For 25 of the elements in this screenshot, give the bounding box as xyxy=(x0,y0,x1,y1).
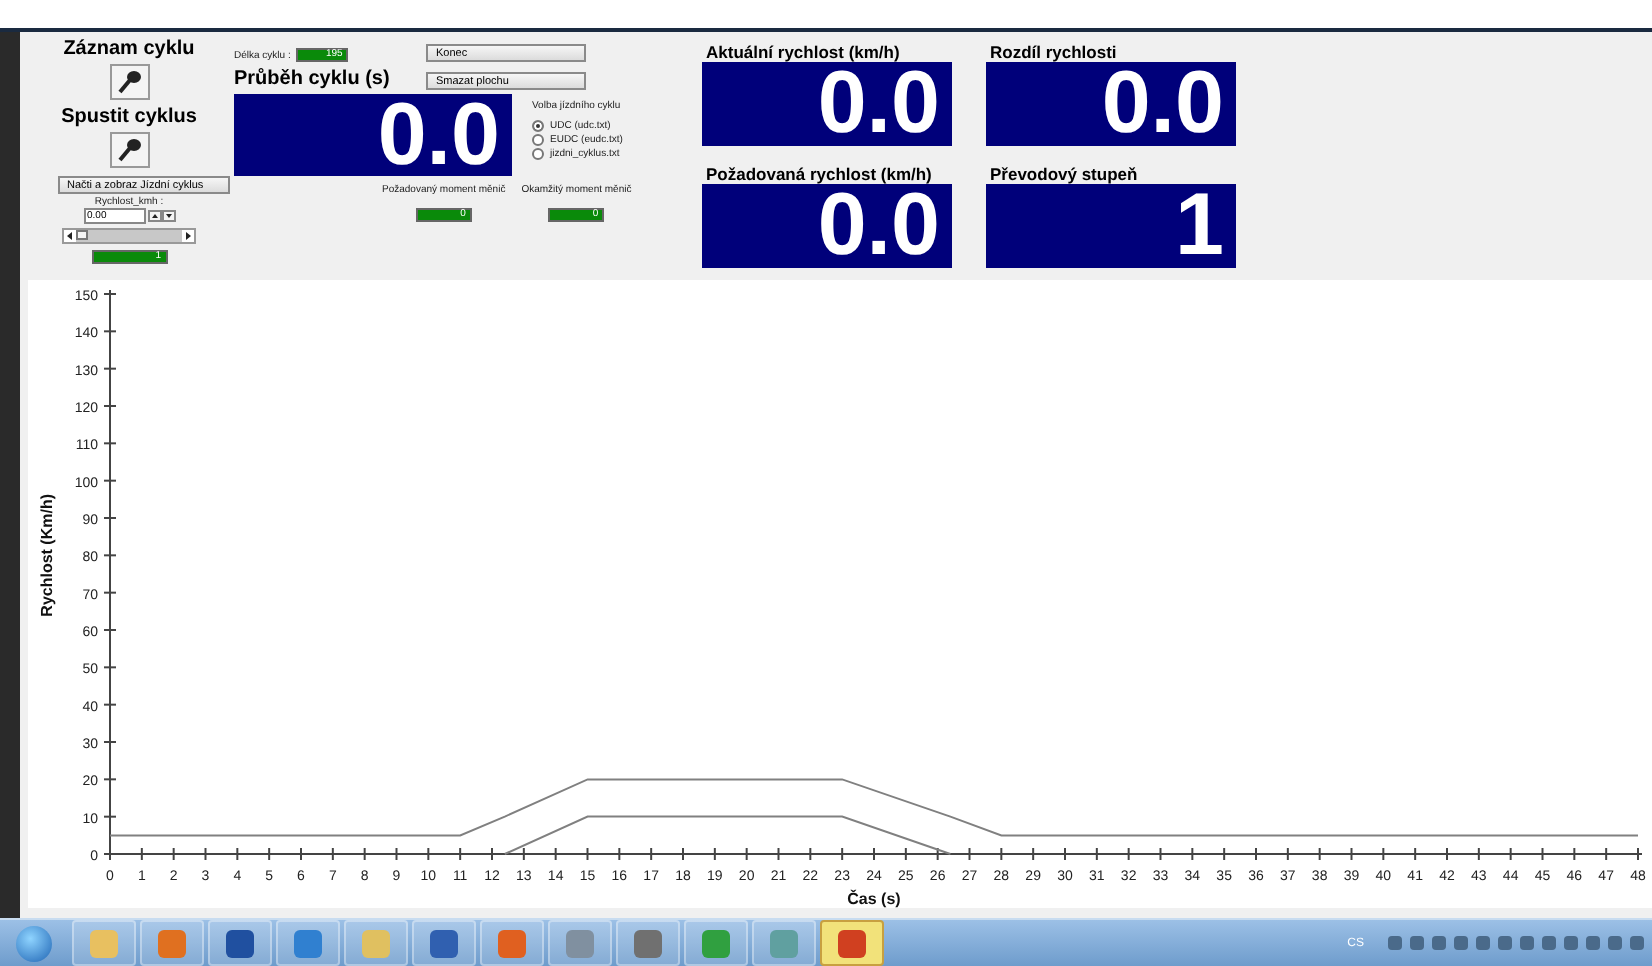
start-button[interactable] xyxy=(16,925,52,961)
speed-scrollbar[interactable] xyxy=(62,228,196,244)
display-title: Aktuální rychlost (km/h) xyxy=(704,42,902,62)
cycle-progress-title: Průběh cyklu (s) xyxy=(234,68,390,90)
y-axis-title: Rychlost (Km/h) xyxy=(38,494,56,617)
start-button[interactable] xyxy=(109,132,149,168)
taskbar-app-icon[interactable] xyxy=(820,920,884,966)
cycle-progress-display: 0.0 xyxy=(234,94,512,176)
scrollbar-thumb[interactable] xyxy=(76,230,88,240)
x-axis-title: Čas (s) xyxy=(847,890,901,908)
right-arrow-icon[interactable] xyxy=(182,230,194,242)
value-display: 0.0 xyxy=(986,62,1236,146)
display-title: Rozdíl rychlosti xyxy=(988,42,1119,62)
start-title: Spustit cyklus xyxy=(61,106,197,128)
record-title: Záznam cyklu xyxy=(63,38,195,60)
value-display: 0.0 xyxy=(702,62,952,146)
microphone-icon xyxy=(117,71,140,94)
display-title: Požadovaná rychlost (km/h) xyxy=(704,163,934,183)
value-display: 1 xyxy=(986,183,1236,267)
microphone-icon xyxy=(117,139,140,162)
spinner-arrows-icon[interactable] xyxy=(147,210,175,222)
value-display: 0.0 xyxy=(702,183,952,267)
left-arrow-icon[interactable] xyxy=(64,230,76,242)
record-button[interactable] xyxy=(109,64,149,100)
display-title: Převodový stupeň xyxy=(988,163,1140,183)
